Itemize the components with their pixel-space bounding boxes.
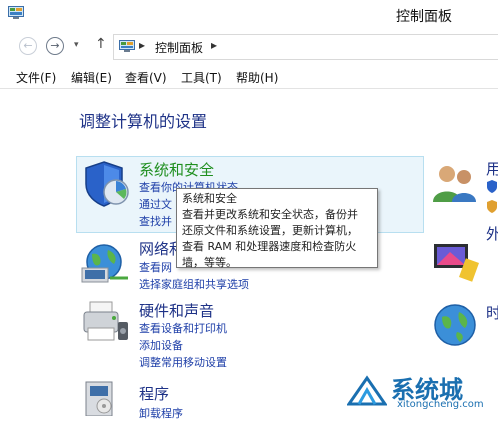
control-panel-icon [8,6,24,19]
up-button[interactable]: ↑ [95,36,107,52]
page-title: 调整计算机的设置 [79,112,208,131]
address-bar[interactable]: ▸ 控制面板 ▸ [113,34,498,60]
arrow-left-icon: ← [23,39,33,52]
link-homegroup-sharing[interactable]: 选择家庭组和共享选项 [139,276,249,292]
printer-icon [83,301,128,341]
arrow-right-icon: → [50,39,60,52]
category-title-programs[interactable]: 程序 [139,383,169,404]
control-panel-icon [119,40,135,52]
shield-small-icon [487,180,497,213]
recent-locations-dropdown[interactable]: ▾ [74,40,79,50]
breadcrumb-item[interactable]: 控制面板 [155,39,203,56]
watermark-url: xitongcheng.com [397,399,484,410]
tooltip: 系统和安全 查看并更改系统和安全状态，备份并 还原文件和系统设置，更新计算机， … [176,188,378,269]
menu-bar: 文件(F) 编辑(E) 查看(V) 工具(T) 帮助(H) [0,66,498,89]
watermark: 系统城 xitongcheng.com [343,370,498,416]
back-button[interactable]: ← [19,37,37,55]
link-find-fix[interactable]: 查找并 [139,213,172,229]
menu-tools[interactable]: 工具(T) [181,69,222,86]
watermark-logo-icon [347,375,387,406]
chevron-down-icon: ▾ [74,40,79,50]
menu-help[interactable]: 帮助(H) [236,69,278,86]
menu-edit[interactable]: 编辑(E) [71,69,112,86]
network-globe-icon [81,244,128,283]
category-title-clock-region[interactable]: 时 [486,302,498,323]
navigation-bar: ← → ▾ ↑ ▸ 控制面板 ▸ [0,32,498,64]
link-mobility-settings[interactable]: 调整常用移动设置 [139,354,227,370]
user-accounts-icon [433,166,476,202]
tooltip-line: 查看 RAM 和处理器速度和检查防火 [182,240,357,253]
forward-button[interactable]: → [46,37,64,55]
link-backup-files[interactable]: 通过文 [139,196,172,212]
menu-file[interactable]: 文件(F) [16,69,56,86]
breadcrumb-separator[interactable]: ▸ [139,38,145,52]
title-bar: 控制面板 [0,0,498,32]
shield-icon [85,161,129,207]
tooltip-line: 还原文件和系统设置，更新计算机， [182,224,358,237]
category-title-appearance[interactable]: 外 [486,223,498,244]
category-title-system-security[interactable]: 系统和安全 [139,159,214,180]
menu-view[interactable]: 查看(V) [125,69,167,86]
link-add-device[interactable]: 添加设备 [139,337,183,353]
appearance-icon [434,244,479,282]
tooltip-line: 系统和安全 [182,192,237,205]
programs-icon [85,381,113,416]
link-uninstall-program[interactable]: 卸载程序 [139,405,183,421]
clock-globe-icon [434,304,476,346]
tooltip-line: 查看并更改系统和安全状态，备份并 [182,208,358,221]
link-view-network-status[interactable]: 查看网 [139,259,172,275]
arrow-up-icon: ↑ [95,36,107,52]
window-title: 控制面板 [396,9,452,25]
link-devices-printers[interactable]: 查看设备和打印机 [139,320,227,336]
breadcrumb-separator[interactable]: ▸ [211,38,217,52]
category-title-hardware-sound[interactable]: 硬件和声音 [139,300,214,321]
tooltip-line: 墙，等等。 [182,256,237,269]
category-title-user-accounts[interactable]: 用 [486,158,498,179]
